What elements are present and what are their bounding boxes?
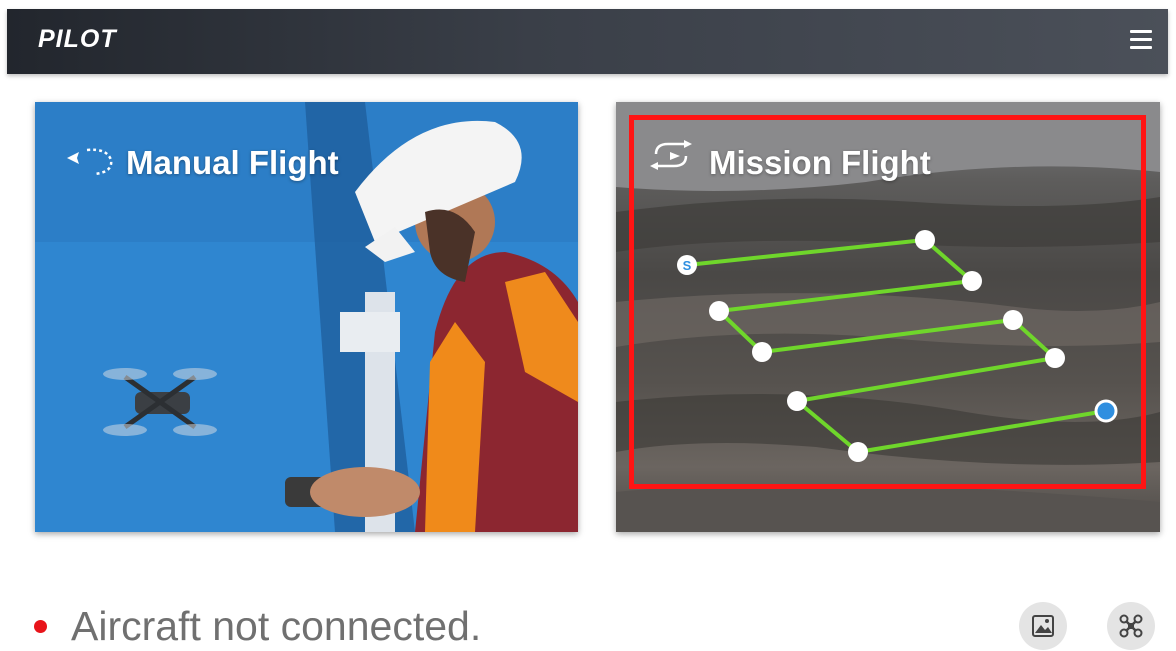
- connection-status-dot: [34, 620, 47, 633]
- hamburger-menu-icon[interactable]: [1130, 30, 1152, 50]
- mission-flight-card[interactable]: S Mission Flight: [616, 102, 1160, 532]
- brand-logo: PILOT: [38, 25, 117, 53]
- waypoint: [709, 301, 729, 321]
- drone-settings-button[interactable]: [1107, 602, 1155, 650]
- waypoint: [915, 230, 935, 250]
- start-marker-label: S: [683, 258, 692, 273]
- waypoint: [848, 442, 868, 462]
- manual-flight-icon: [67, 148, 113, 176]
- waypoint: [1003, 310, 1023, 330]
- waypoint: [787, 391, 807, 411]
- end-waypoint: [1094, 399, 1118, 423]
- gallery-icon: [1032, 615, 1054, 637]
- gallery-button[interactable]: [1019, 602, 1067, 650]
- mission-flight-icon: [650, 140, 692, 170]
- manual-flight-card[interactable]: Manual Flight: [35, 102, 578, 532]
- manual-flight-title: Manual Flight: [126, 144, 339, 181]
- top-bar: PILOT: [7, 9, 1168, 74]
- waypoint: [962, 271, 982, 291]
- waypoint: [1045, 348, 1065, 368]
- waypoint: [752, 342, 772, 362]
- mission-flight-title: Mission Flight: [709, 144, 931, 181]
- drone-settings-icon: [1119, 614, 1143, 638]
- connection-status-text: Aircraft not connected.: [71, 603, 482, 649]
